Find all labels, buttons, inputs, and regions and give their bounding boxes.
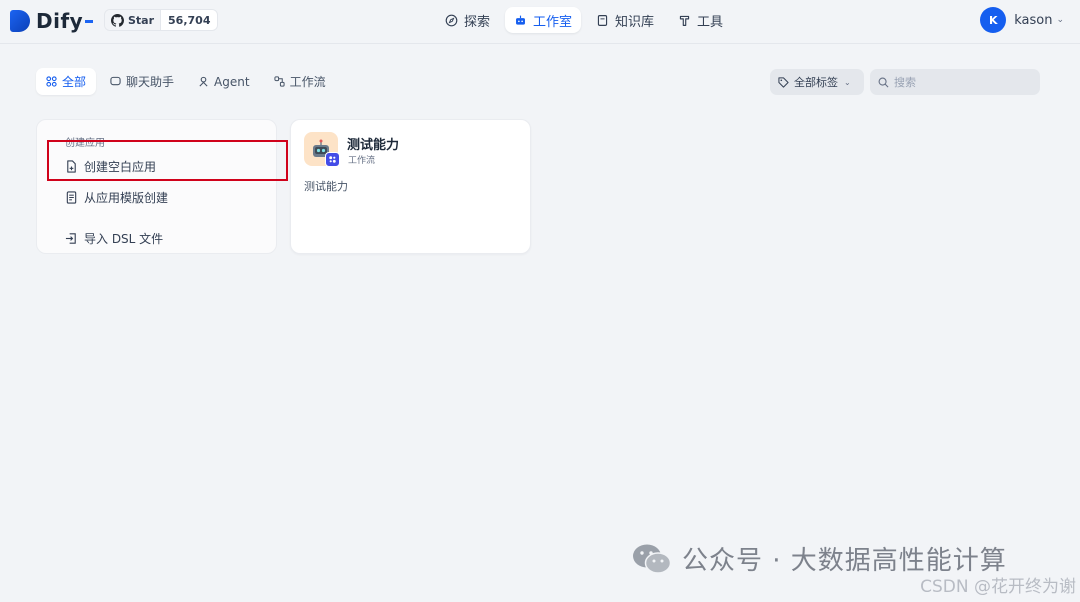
nav-knowledge-label: 知识库 bbox=[615, 14, 655, 30]
tab-all[interactable]: 全部 bbox=[36, 68, 97, 95]
logo-text: Dify bbox=[36, 9, 84, 33]
hammer-icon bbox=[679, 15, 690, 26]
nav-explore-label: 探索 bbox=[464, 14, 491, 30]
workflow-badge-icon bbox=[325, 152, 340, 167]
app-type-tabs: 全部 聊天助手 Agent 工作流 bbox=[36, 68, 336, 95]
tag-filter-dropdown[interactable]: 全部标签 ⌄ bbox=[770, 69, 864, 95]
tag-filter-label: 全部标签 bbox=[794, 76, 838, 89]
github-star-count: 56,704 bbox=[160, 10, 218, 30]
dify-logo[interactable]: Dify bbox=[10, 9, 94, 33]
search-box[interactable] bbox=[870, 69, 1040, 95]
github-star-button[interactable]: Star 56,704 bbox=[104, 9, 219, 31]
compass-icon bbox=[445, 14, 458, 26]
app-description: 测试能力 bbox=[304, 180, 348, 193]
app-name: 测试能力 bbox=[347, 138, 400, 153]
tab-all-label: 全部 bbox=[62, 75, 87, 89]
main-nav: 探索 工作室 知识库 工具 bbox=[436, 7, 732, 33]
top-bar: Dify Star 56,704 探索 工作室 知识库 工具 K kason ⌄ bbox=[0, 0, 1080, 44]
create-from-template-button[interactable]: 从应用模版创建 bbox=[65, 189, 168, 206]
user-name: kason bbox=[1014, 12, 1053, 28]
chevron-down-icon: ⌄ bbox=[1056, 15, 1064, 25]
import-dsl-label: 导入 DSL 文件 bbox=[84, 232, 164, 246]
nav-explore[interactable]: 探索 bbox=[436, 7, 499, 33]
nav-knowledge[interactable]: 知识库 bbox=[587, 7, 663, 33]
nav-tools[interactable]: 工具 bbox=[669, 7, 732, 33]
chevron-down-icon: ⌄ bbox=[844, 77, 851, 87]
tab-workflow-label: 工作流 bbox=[289, 75, 326, 89]
github-star-label: Star bbox=[128, 13, 155, 27]
github-icon bbox=[111, 13, 124, 27]
create-blank-app-label: 创建空白应用 bbox=[84, 160, 157, 174]
workflow-icon bbox=[273, 76, 285, 87]
tab-chatbot-label: 聊天助手 bbox=[126, 75, 175, 89]
watermark-csdn: CSDN @花开终为谢 bbox=[920, 577, 1076, 597]
user-menu[interactable]: K kason ⌄ bbox=[980, 7, 1064, 33]
import-dsl-button[interactable]: 导入 DSL 文件 bbox=[65, 230, 163, 247]
avatar: K bbox=[980, 7, 1007, 33]
app-type: 工作流 bbox=[348, 156, 376, 166]
search-icon bbox=[878, 77, 889, 87]
tab-agent[interactable]: Agent bbox=[188, 68, 260, 95]
create-from-template-label: 从应用模版创建 bbox=[84, 191, 169, 205]
book-icon bbox=[597, 14, 608, 26]
nav-tools-label: 工具 bbox=[697, 14, 724, 30]
create-app-title: 创建应用 bbox=[65, 138, 105, 149]
create-app-card: 创建应用 创建空白应用 从应用模版创建 导入 DSL 文件 bbox=[36, 119, 277, 254]
logo-mark-icon bbox=[10, 10, 30, 32]
tab-agent-label: Agent bbox=[214, 74, 250, 89]
search-input[interactable] bbox=[894, 75, 1024, 89]
grid-icon bbox=[46, 76, 57, 87]
robot-icon bbox=[516, 15, 525, 25]
tab-chatbot[interactable]: 聊天助手 bbox=[100, 68, 184, 95]
tab-workflow[interactable]: 工作流 bbox=[264, 68, 336, 95]
file-plus-icon bbox=[67, 160, 76, 173]
wechat-icon bbox=[633, 544, 672, 574]
create-blank-app-button[interactable]: 创建空白应用 bbox=[65, 158, 156, 175]
github-star-left: Star bbox=[105, 10, 161, 30]
nav-studio[interactable]: 工作室 bbox=[505, 7, 582, 33]
nav-studio-label: 工作室 bbox=[533, 14, 573, 30]
template-icon bbox=[66, 191, 77, 204]
logo-underscore bbox=[85, 19, 94, 23]
import-icon bbox=[65, 233, 76, 244]
app-card[interactable]: 测试能力 工作流 测试能力 bbox=[290, 119, 531, 254]
agent-icon bbox=[199, 76, 208, 87]
tag-icon bbox=[778, 76, 789, 88]
chat-icon bbox=[110, 76, 121, 86]
